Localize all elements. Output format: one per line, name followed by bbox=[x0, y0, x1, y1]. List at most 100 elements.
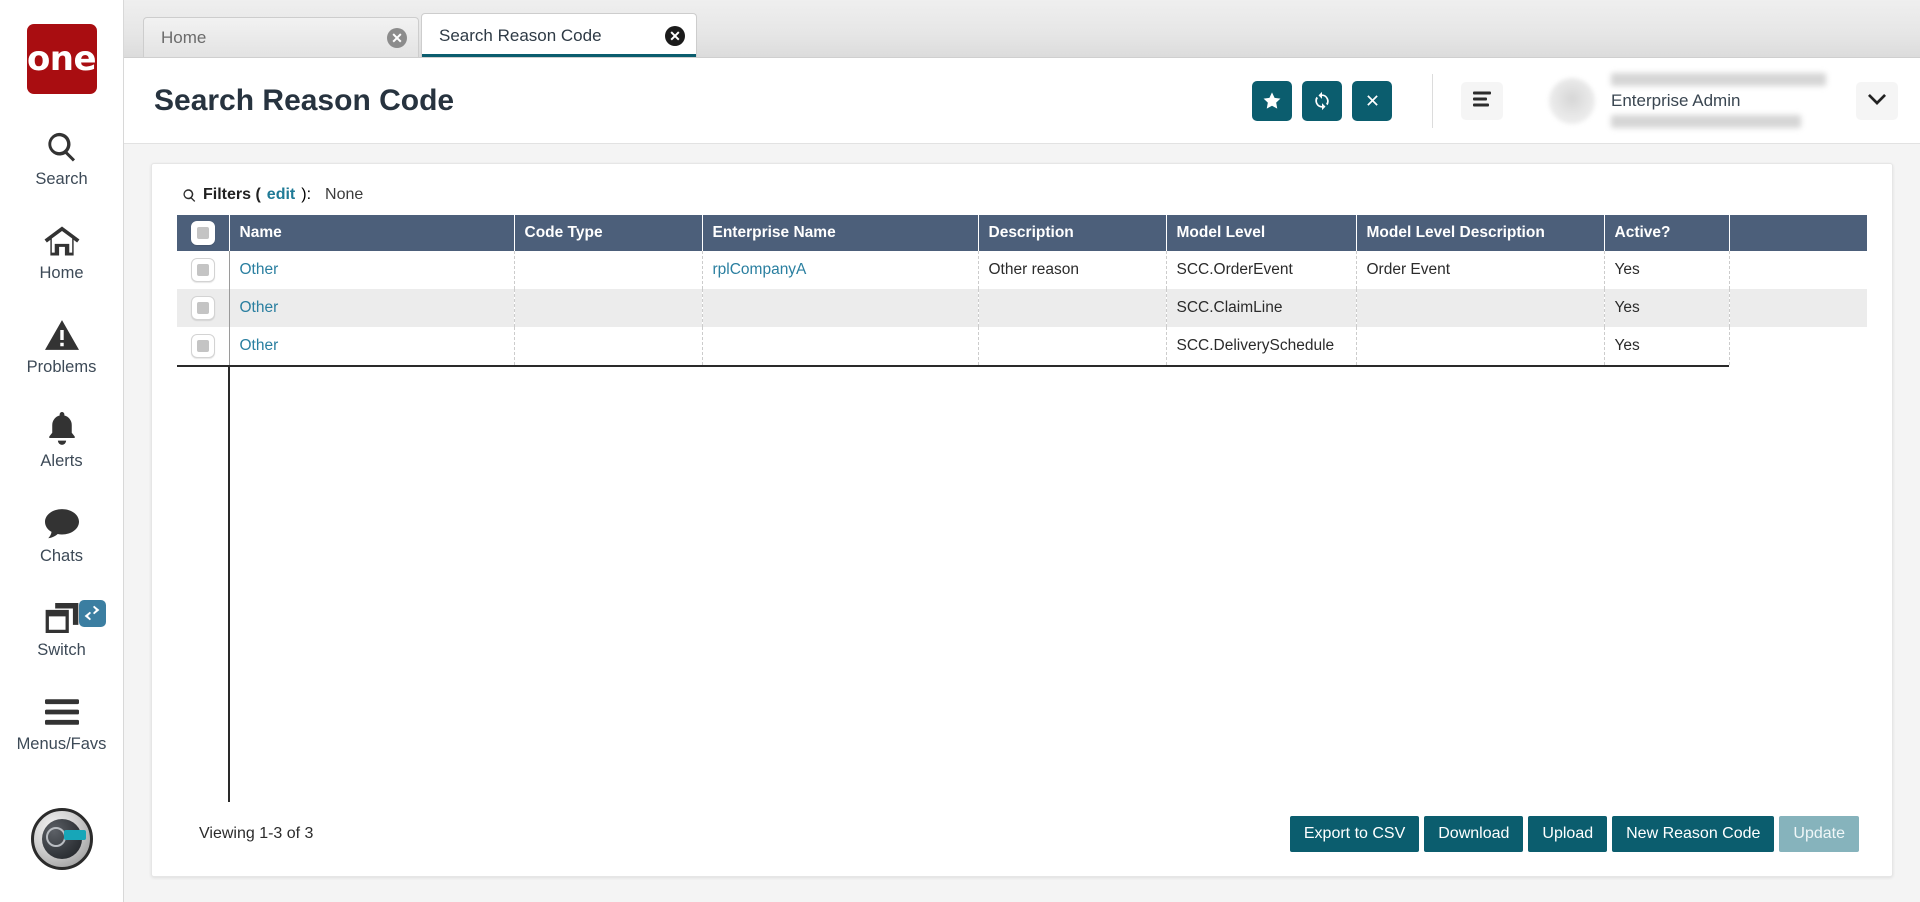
close-circle-icon[interactable]: ✕ bbox=[387, 27, 407, 48]
switch-windows-icon bbox=[45, 598, 79, 638]
sidebar-item-switch[interactable]: Switch bbox=[0, 598, 124, 659]
grid-bottom-rule bbox=[177, 365, 1729, 367]
filters-label: Filters ( bbox=[203, 186, 261, 203]
sidebar-item-label: Home bbox=[39, 264, 84, 283]
results-grid-region: Name Code Type Enterprise Name Descripti… bbox=[177, 215, 1867, 802]
application-window: one Search Home Problems Alerts Chats Sw… bbox=[0, 0, 1920, 902]
content-area: Filters ( edit ): None Name Code Type En… bbox=[124, 144, 1920, 902]
page-title: Search Reason Code bbox=[154, 83, 455, 117]
cell-enterprise-name bbox=[702, 327, 979, 365]
cell-model-level: SCC.OrderEvent bbox=[1166, 251, 1357, 289]
download-button[interactable]: Download bbox=[1424, 816, 1524, 852]
cell-spacer bbox=[1729, 327, 1867, 365]
user-menu-button[interactable] bbox=[1856, 81, 1898, 120]
sidebar-item-search[interactable]: Search bbox=[0, 127, 124, 188]
brand-logo-text: one bbox=[26, 39, 97, 79]
header-divider bbox=[1432, 73, 1433, 128]
search-icon bbox=[45, 127, 79, 167]
sidebar-item-label: Menus/Favs bbox=[16, 734, 107, 753]
column-header-name[interactable]: Name bbox=[229, 215, 515, 251]
name-link[interactable]: Other bbox=[240, 337, 279, 354]
row-checkbox[interactable] bbox=[190, 296, 215, 320]
column-header-model-level-description[interactable]: Model Level Description bbox=[1356, 215, 1605, 251]
cell-name[interactable]: Other bbox=[229, 327, 515, 365]
row-select-cell[interactable] bbox=[177, 289, 230, 327]
tab-home[interactable]: Home ✕ bbox=[143, 17, 419, 57]
filters-edit-link[interactable]: edit bbox=[267, 186, 295, 204]
enterprise-link[interactable]: rplCompanyA bbox=[713, 261, 807, 278]
cell-active: Yes bbox=[1604, 251, 1730, 289]
column-header-active[interactable]: Active? bbox=[1604, 215, 1730, 251]
row-select-cell[interactable] bbox=[177, 251, 230, 289]
name-link[interactable]: Other bbox=[240, 261, 279, 278]
new-reason-code-button[interactable]: New Reason Code bbox=[1612, 816, 1775, 852]
swap-arrows-icon[interactable] bbox=[78, 599, 106, 627]
table-header-row: Name Code Type Enterprise Name Descripti… bbox=[177, 215, 1867, 251]
cell-enterprise-name bbox=[702, 289, 979, 327]
update-button[interactable]: Update bbox=[1779, 816, 1859, 852]
cell-code-type bbox=[514, 327, 703, 365]
cell-enterprise-name[interactable]: rplCompanyA bbox=[702, 251, 979, 289]
sidebar-item-chats[interactable]: Chats bbox=[0, 504, 124, 565]
table-row[interactable]: Other SCC.DeliverySchedule Yes bbox=[177, 327, 1867, 365]
sidebar-item-label: Switch bbox=[37, 640, 86, 659]
row-select-cell[interactable] bbox=[177, 327, 230, 365]
assistant-avatar-icon[interactable] bbox=[31, 808, 93, 870]
row-checkbox[interactable] bbox=[190, 258, 215, 282]
cell-description: Other reason bbox=[978, 251, 1167, 289]
favorite-button[interactable] bbox=[1252, 80, 1292, 121]
column-header-code-type[interactable]: Code Type bbox=[514, 215, 703, 251]
name-link[interactable]: Other bbox=[240, 299, 279, 316]
cell-active: Yes bbox=[1604, 327, 1730, 365]
close-button[interactable] bbox=[1352, 80, 1392, 121]
viewing-count: Viewing 1-3 of 3 bbox=[199, 825, 314, 842]
select-all-cell[interactable] bbox=[177, 215, 230, 251]
search-icon bbox=[182, 188, 197, 203]
user-role-label: Enterprise Admin bbox=[1611, 91, 1741, 110]
tab-label: Home bbox=[161, 27, 207, 47]
chat-bubble-icon bbox=[44, 504, 79, 544]
column-header-enterprise-name[interactable]: Enterprise Name bbox=[702, 215, 979, 251]
cell-model-level-description bbox=[1356, 327, 1605, 365]
sidebar-item-label: Alerts bbox=[40, 452, 83, 471]
chevron-down-icon bbox=[1868, 93, 1886, 108]
avatar[interactable] bbox=[1549, 77, 1595, 124]
cell-name[interactable]: Other bbox=[229, 251, 515, 289]
tab-strip: Home ✕ Search Reason Code ✕ bbox=[124, 0, 1920, 58]
column-header-description[interactable]: Description bbox=[978, 215, 1167, 251]
user-name-redacted bbox=[1611, 73, 1826, 86]
sidebar-item-label: Problems bbox=[26, 358, 97, 377]
row-checkbox[interactable] bbox=[190, 334, 215, 358]
column-header-model-level[interactable]: Model Level bbox=[1166, 215, 1357, 251]
cell-code-type bbox=[514, 251, 703, 289]
sidebar-item-home[interactable]: Home bbox=[0, 221, 124, 282]
filters-value: None bbox=[325, 186, 364, 203]
sidebar-item-menus-favs[interactable]: Menus/Favs bbox=[0, 692, 124, 753]
upload-button[interactable]: Upload bbox=[1528, 816, 1608, 852]
reason-code-table: Name Code Type Enterprise Name Descripti… bbox=[177, 215, 1867, 365]
x-icon bbox=[1364, 92, 1381, 109]
close-circle-icon[interactable]: ✕ bbox=[665, 25, 685, 46]
user-org-redacted bbox=[1611, 115, 1801, 128]
sidebar-item-problems[interactable]: Problems bbox=[0, 315, 124, 376]
cell-active: Yes bbox=[1604, 289, 1730, 327]
sidebar-item-alerts[interactable]: Alerts bbox=[0, 409, 124, 470]
filters-bar: Filters ( edit ): None bbox=[177, 186, 1867, 204]
star-icon bbox=[1262, 91, 1282, 111]
user-info[interactable]: Enterprise Admin bbox=[1611, 71, 1846, 131]
cell-spacer bbox=[1729, 289, 1867, 327]
sidebar-item-label: Chats bbox=[39, 546, 84, 565]
brand-logo[interactable]: one bbox=[26, 24, 97, 94]
select-all-checkbox[interactable] bbox=[190, 221, 215, 245]
table-row[interactable]: Other rplCompanyA Other reason SCC.Order… bbox=[177, 251, 1867, 289]
page-header: Search Reason Code Enterprise Admin bbox=[124, 58, 1920, 144]
tab-search-reason-code[interactable]: Search Reason Code ✕ bbox=[421, 13, 697, 57]
cell-spacer bbox=[1729, 251, 1867, 289]
sidebar-item-label: Search bbox=[35, 170, 88, 188]
table-row[interactable]: Other SCC.ClaimLine Yes bbox=[177, 289, 1867, 327]
column-header-spacer bbox=[1729, 215, 1867, 251]
refresh-button[interactable] bbox=[1302, 80, 1342, 121]
cell-name[interactable]: Other bbox=[229, 289, 515, 327]
main-menu-button[interactable] bbox=[1461, 81, 1503, 120]
export-to-csv-button[interactable]: Export to CSV bbox=[1289, 816, 1420, 852]
